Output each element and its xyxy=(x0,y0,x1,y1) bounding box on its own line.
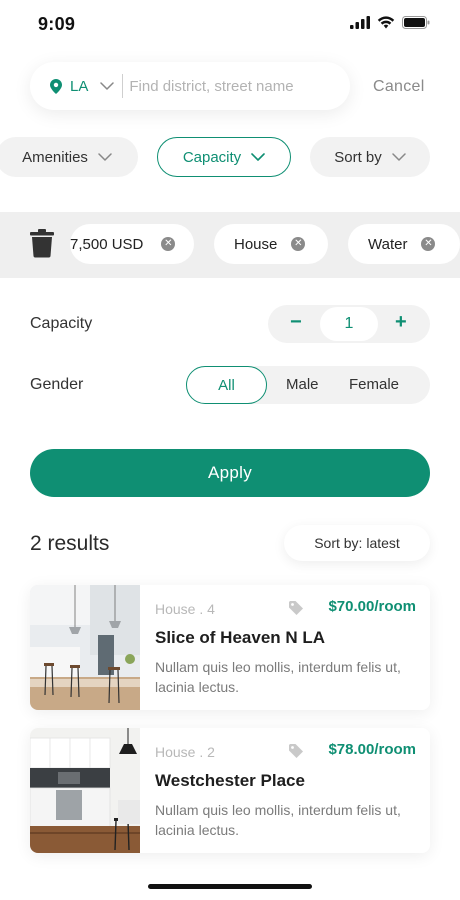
location-label[interactable]: LA xyxy=(70,78,88,95)
decrement-button[interactable]: − xyxy=(290,311,302,334)
applied-filter-water[interactable]: Water ✕ xyxy=(348,224,460,264)
listing-description: Nullam quis leo mollis, interdum felis u… xyxy=(155,802,401,838)
remove-filter-icon[interactable]: ✕ xyxy=(421,237,436,251)
battery-icon xyxy=(402,16,430,29)
gender-option-male[interactable]: Male xyxy=(286,376,319,393)
gender-segmented-control[interactable]: All Male Female xyxy=(186,366,430,404)
results-count: 2 results xyxy=(30,532,110,555)
apply-button[interactable]: Apply xyxy=(30,449,430,497)
chevron-down-icon xyxy=(392,153,406,161)
filter-chip-amenities[interactable]: Amenities xyxy=(0,137,138,177)
listing-type: House . 2 xyxy=(155,744,215,760)
filter-chip-capacity[interactable]: Capacity xyxy=(157,137,291,177)
chevron-down-icon[interactable] xyxy=(100,82,115,90)
chevron-down-icon xyxy=(98,153,112,161)
filter-chip-sort-by[interactable]: Sort by xyxy=(310,137,430,177)
capacity-label: Capacity xyxy=(30,315,93,332)
signal-icon xyxy=(350,16,370,29)
increment-button[interactable]: + xyxy=(395,311,407,334)
remove-filter-icon[interactable]: ✕ xyxy=(291,237,306,251)
wifi-icon xyxy=(377,16,395,29)
location-pin-icon xyxy=(50,78,62,94)
applied-filter-price[interactable]: 7,500 USD ✕ xyxy=(70,224,194,264)
applied-filter-house[interactable]: House ✕ xyxy=(214,224,328,264)
listing-photo xyxy=(30,728,140,853)
gender-option-female[interactable]: Female xyxy=(349,376,399,393)
listing-price: $70.00/room xyxy=(328,598,416,615)
remove-filter-icon[interactable]: ✕ xyxy=(161,237,176,251)
listing-title[interactable]: Slice of Heaven N LA xyxy=(155,628,325,648)
chevron-down-icon xyxy=(251,153,265,161)
home-indicator xyxy=(148,884,312,889)
search-bar[interactable]: LA xyxy=(30,62,350,110)
search-input[interactable] xyxy=(129,77,320,95)
applied-filter-label: Water xyxy=(368,235,408,253)
search-divider xyxy=(122,74,124,98)
gender-label: Gender xyxy=(30,376,84,393)
status-time: 9:09 xyxy=(38,14,76,34)
cancel-button[interactable]: Cancel xyxy=(373,78,425,96)
listing-card[interactable]: House . 2 $78.00/room Westchester Place … xyxy=(30,728,430,853)
listing-title[interactable]: Westchester Place xyxy=(155,771,305,791)
listing-price: $78.00/room xyxy=(328,741,416,758)
capacity-stepper[interactable]: − 1 + xyxy=(268,305,430,343)
price-tag-icon xyxy=(289,601,303,615)
listing-description: Nullam quis leo mollis, interdum felis u… xyxy=(155,659,401,695)
price-tag-icon xyxy=(289,744,303,758)
gender-option-all[interactable]: All xyxy=(186,366,267,404)
listing-type: House . 4 xyxy=(155,601,215,617)
filter-chip-label: Capacity xyxy=(182,148,242,166)
applied-filter-label: House xyxy=(234,235,278,253)
listing-card[interactable]: House . 4 $70.00/room Slice of Heaven N … xyxy=(30,585,430,710)
trash-icon[interactable] xyxy=(28,228,56,258)
sort-by-latest-button[interactable]: Sort by: latest xyxy=(284,525,430,561)
status-icons xyxy=(350,16,430,29)
filter-chip-label: Amenities xyxy=(22,148,88,166)
capacity-value: 1 xyxy=(320,307,378,341)
listing-photo xyxy=(30,585,140,710)
filter-chip-label: Sort by xyxy=(334,148,382,166)
applied-filter-label: 7,500 USD xyxy=(70,235,144,253)
